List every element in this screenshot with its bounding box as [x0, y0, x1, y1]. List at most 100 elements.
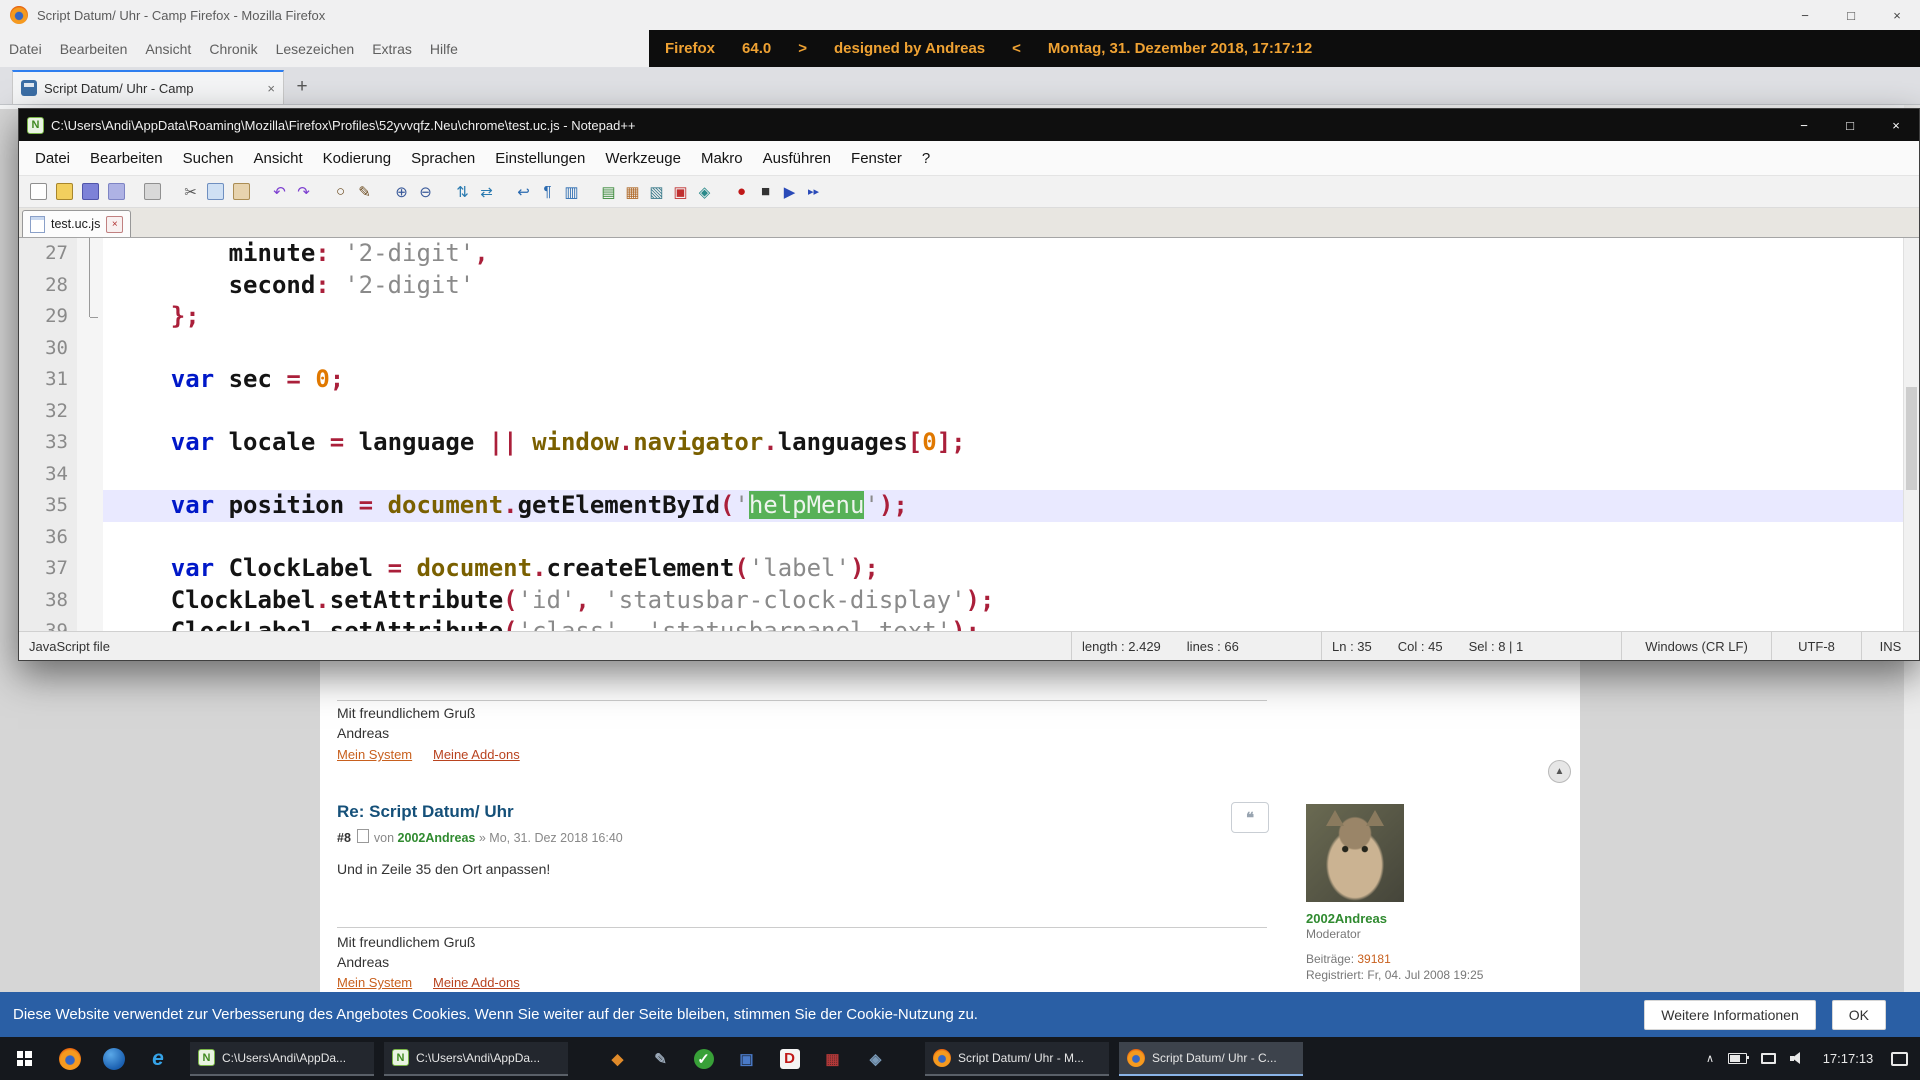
npp-menu-datei[interactable]: Datei [25, 150, 80, 167]
npp-menu-sprachen[interactable]: Sprachen [401, 150, 485, 167]
maximize-icon[interactable]: □ [1827, 109, 1873, 141]
dvbviewer-icon[interactable]: D [768, 1037, 811, 1080]
tab-close-icon[interactable]: × [267, 81, 275, 96]
thunderbird-quick-icon[interactable] [92, 1037, 136, 1080]
code-line-34[interactable]: 34 [19, 459, 1919, 491]
code-line-36[interactable]: 36 [19, 522, 1919, 554]
code-line-33[interactable]: 33 var locale = language || window.navig… [19, 427, 1919, 459]
code-line-27[interactable]: 27 minute: '2-digit', [19, 238, 1919, 270]
pinned-app-4-icon[interactable]: ▣ [725, 1037, 768, 1080]
indent-guide-icon[interactable]: ▥ [561, 181, 582, 202]
npp-menu-makro[interactable]: Makro [691, 150, 753, 167]
ff-menu-chronik[interactable]: Chronik [200, 41, 266, 57]
pinned-app-6-icon[interactable]: ▦ [811, 1037, 854, 1080]
volume-icon[interactable] [1790, 1052, 1805, 1065]
ff-menu-datei[interactable]: Datei [0, 41, 51, 57]
play-macro-icon[interactable]: ▶ [779, 181, 800, 202]
code-line-31[interactable]: 31 var sec = 0; [19, 364, 1919, 396]
quote-button[interactable]: ❝ [1231, 802, 1269, 833]
code-line-37[interactable]: 37 var ClockLabel = document.createEleme… [19, 553, 1919, 585]
npp-menu-werkzeuge[interactable]: Werkzeuge [595, 150, 691, 167]
redo-icon[interactable]: ↷ [293, 181, 314, 202]
post-title-link[interactable]: Re: Script Datum/ Uhr [337, 802, 514, 822]
network-icon[interactable] [1761, 1053, 1776, 1064]
undo-icon[interactable]: ↶ [269, 181, 290, 202]
start-button[interactable] [0, 1037, 48, 1080]
editor-tab-close-icon[interactable]: × [106, 216, 123, 233]
zoom-in-icon[interactable]: ⊕ [391, 181, 412, 202]
ff-menu-lesezeichen[interactable]: Lesezeichen [267, 41, 364, 57]
stop-macro-icon[interactable]: ■ [755, 181, 776, 202]
npp-menu-?[interactable]: ? [912, 150, 940, 167]
sync-vertical-icon[interactable]: ⇅ [452, 181, 473, 202]
find-icon[interactable]: ○ [330, 181, 351, 202]
copy-icon[interactable] [207, 183, 224, 200]
code-line-39[interactable]: 39 ClockLabel.setAttribute('class', 'sta… [19, 616, 1919, 631]
close-icon[interactable]: × [1873, 109, 1919, 141]
firefox-quick-icon[interactable] [48, 1037, 92, 1080]
notepadpp-titlebar[interactable]: N C:\Users\Andi\AppData\Roaming\Mozilla\… [19, 109, 1919, 141]
ff-menu-hilfe[interactable]: Hilfe [421, 41, 467, 57]
minimize-icon[interactable]: − [1782, 0, 1828, 30]
open-folder-icon[interactable] [56, 183, 73, 200]
save-all-icon[interactable] [108, 183, 125, 200]
function-list-icon[interactable]: ▤ [598, 181, 619, 202]
taskbar-firefox-button-1[interactable]: Script Datum/ Uhr - M... [925, 1042, 1109, 1076]
save-icon[interactable] [82, 183, 99, 200]
meine-addons-link[interactable]: Meine Add-ons [433, 747, 520, 762]
zoom-out-icon[interactable]: ⊖ [415, 181, 436, 202]
new-tab-button[interactable]: + [284, 70, 320, 104]
post-page-icon[interactable] [357, 829, 369, 843]
record-macro-icon[interactable]: ● [731, 181, 752, 202]
code-line-28[interactable]: 28 second: '2-digit' [19, 270, 1919, 302]
editor-tab[interactable]: test.uc.js × [22, 210, 131, 237]
code-line-32[interactable]: 32 [19, 396, 1919, 428]
npp-menu-ausf-hren[interactable]: Ausführen [753, 150, 841, 167]
taskbar-notepadpp-button-1[interactable]: NC:\Users\Andi\AppDa... [190, 1042, 374, 1076]
browser-tab[interactable]: Script Datum/ Uhr - Camp × [12, 70, 284, 104]
taskbar-firefox-button-2[interactable]: Script Datum/ Uhr - C... [1119, 1042, 1303, 1076]
npp-menu-kodierung[interactable]: Kodierung [313, 150, 401, 167]
word-wrap-icon[interactable]: ↩ [513, 181, 534, 202]
view-icon[interactable]: ◈ [694, 181, 715, 202]
code-line-38[interactable]: 38 ClockLabel.setAttribute('id', 'status… [19, 585, 1919, 617]
scroll-to-top-button[interactable]: ▲ [1548, 760, 1571, 783]
ff-menu-ansicht[interactable]: Ansicht [136, 41, 200, 57]
code-editor[interactable]: 27 minute: '2-digit',28 second: '2-digit… [19, 238, 1919, 631]
battery-icon[interactable] [1728, 1053, 1747, 1064]
editor-scrollbar[interactable] [1903, 238, 1919, 631]
maximize-icon[interactable]: □ [1828, 0, 1874, 30]
ff-menu-extras[interactable]: Extras [363, 41, 421, 57]
mein-system-link-2[interactable]: Mein System [337, 975, 412, 990]
print-icon[interactable] [144, 183, 161, 200]
paste-icon[interactable] [233, 183, 250, 200]
npp-menu-bearbeiten[interactable]: Bearbeiten [80, 150, 173, 167]
avatar-image[interactable] [1306, 804, 1404, 902]
sync-horizontal-icon[interactable]: ⇄ [476, 181, 497, 202]
doc-switcher-icon[interactable]: ▧ [646, 181, 667, 202]
profile-name-link[interactable]: 2002Andreas [1306, 911, 1387, 926]
show-all-chars-icon[interactable]: ¶ [537, 181, 558, 202]
update-check-icon[interactable]: ✓ [682, 1037, 725, 1080]
tray-expand-icon[interactable]: ∧ [1706, 1052, 1714, 1065]
minimize-icon[interactable]: − [1781, 109, 1827, 141]
editor-scrollbar-thumb[interactable] [1906, 387, 1917, 489]
run-macro-multiple-icon[interactable]: ▸▸ [803, 181, 824, 202]
user-commands-icon[interactable]: ▣ [670, 181, 691, 202]
new-file-icon[interactable] [30, 183, 47, 200]
code-line-30[interactable]: 30 [19, 333, 1919, 365]
taskbar-notepadpp-button-2[interactable]: NC:\Users\Andi\AppDa... [384, 1042, 568, 1076]
pinned-app-7-icon[interactable]: ◈ [854, 1037, 897, 1080]
pinned-app-1-icon[interactable]: ◆ [596, 1037, 639, 1080]
post-number[interactable]: #8 [337, 831, 351, 845]
replace-icon[interactable]: ✎ [354, 181, 375, 202]
post-author-link[interactable]: 2002Andreas [398, 831, 476, 845]
close-icon[interactable]: × [1874, 0, 1920, 30]
code-line-29[interactable]: 29 }; [19, 301, 1919, 333]
profile-posts-count-link[interactable]: 39181 [1357, 952, 1390, 966]
ff-menu-bearbeiten[interactable]: Bearbeiten [51, 41, 137, 57]
taskbar-clock[interactable]: 17:17:13 [1819, 1051, 1877, 1066]
pinned-app-2-icon[interactable]: ✎ [639, 1037, 682, 1080]
internet-explorer-quick-icon[interactable]: e [136, 1037, 180, 1080]
npp-menu-ansicht[interactable]: Ansicht [243, 150, 312, 167]
